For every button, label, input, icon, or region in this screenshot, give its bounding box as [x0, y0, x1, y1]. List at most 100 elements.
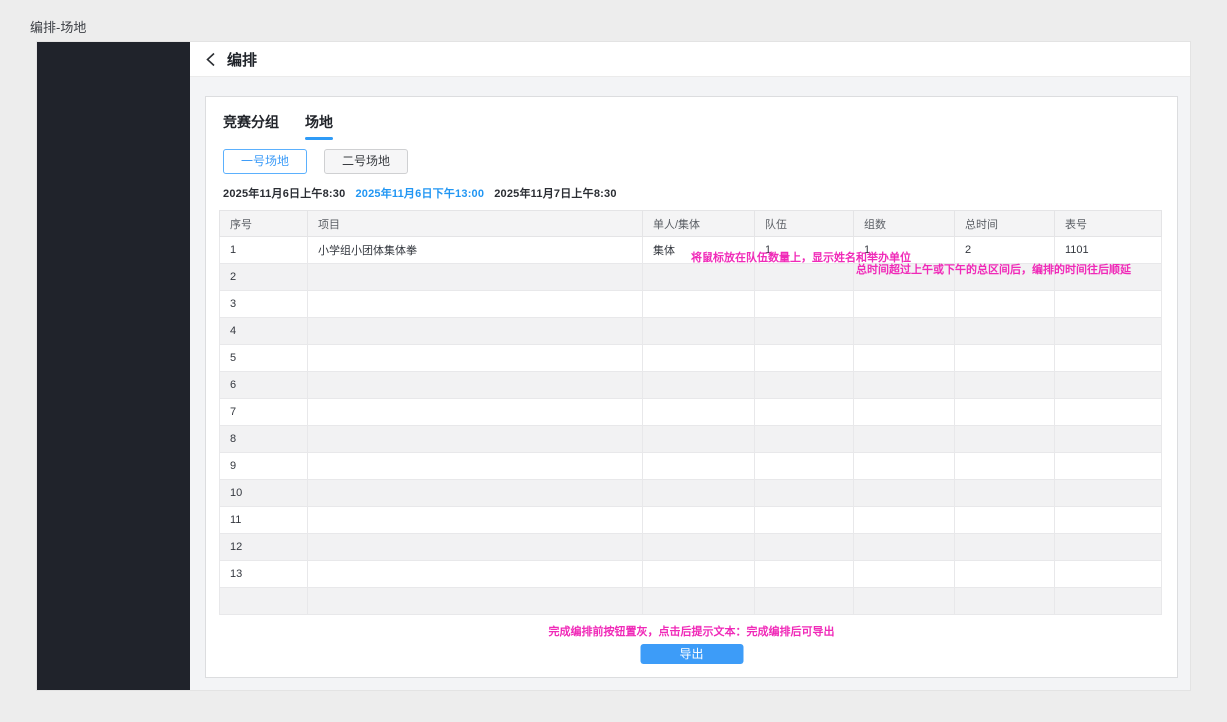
header-title: 编排: [227, 49, 257, 70]
table-cell: [854, 453, 955, 480]
table-cell: [955, 399, 1055, 426]
table-cell: [854, 291, 955, 318]
table-cell: [643, 291, 755, 318]
table-cell: [1055, 561, 1162, 588]
table-cell: [755, 399, 854, 426]
session-date-2[interactable]: 2025年11月6日下午13:00: [355, 185, 484, 201]
tab-venue[interactable]: 场地: [305, 112, 333, 138]
table-cell: [955, 534, 1055, 561]
annotation-export-hint: 完成编排前按钮置灰，点击后提示文本：完成编排后可导出: [206, 623, 1177, 639]
table-cell: [643, 264, 755, 291]
session-date-3[interactable]: 2025年11月7日上午8:30: [494, 185, 616, 201]
table-cell: [1055, 291, 1162, 318]
table-cell: [643, 372, 755, 399]
table-cell: 11: [220, 507, 308, 534]
table-cell: [643, 534, 755, 561]
column-header: 表号: [1055, 211, 1162, 237]
table-cell: [308, 480, 643, 507]
table-cell: [643, 507, 755, 534]
content-card: 竞赛分组 场地 一号场地 二号场地 2025年11月6日上午8:30 2025年…: [205, 96, 1178, 678]
table-cell: [854, 534, 955, 561]
venue-selector: 一号场地 二号场地: [223, 149, 408, 174]
table-cell: [854, 507, 955, 534]
table-cell: [854, 318, 955, 345]
venue-1-button[interactable]: 一号场地: [223, 149, 307, 174]
table-row: 13: [220, 561, 1162, 588]
table-cell: [854, 588, 955, 615]
table-cell: [308, 453, 643, 480]
tab-competition-groups[interactable]: 竞赛分组: [223, 112, 279, 138]
table-cell: 1: [220, 237, 308, 264]
table-cell: 9: [220, 453, 308, 480]
column-header: 队伍: [755, 211, 854, 237]
table-cell: 10: [220, 480, 308, 507]
table-cell: 7: [220, 399, 308, 426]
table-row: 8: [220, 426, 1162, 453]
session-date-1[interactable]: 2025年11月6日上午8:30: [223, 185, 345, 201]
table-cell: [1055, 345, 1162, 372]
table-cell: [643, 345, 755, 372]
table-cell: 6: [220, 372, 308, 399]
table-cell: [1055, 534, 1162, 561]
table-cell: 13: [220, 561, 308, 588]
table-cell: [643, 588, 755, 615]
top-header-bar: 编排: [190, 42, 1190, 77]
table-row: 3: [220, 291, 1162, 318]
table-cell: [308, 588, 643, 615]
table-cell: [854, 399, 955, 426]
table-cell: [854, 561, 955, 588]
table-cell: [854, 372, 955, 399]
column-header: 项目: [308, 211, 643, 237]
table-row: 12: [220, 534, 1162, 561]
table-cell: [755, 588, 854, 615]
table-cell: [1055, 480, 1162, 507]
table-row: 5: [220, 345, 1162, 372]
table-cell: 3: [220, 291, 308, 318]
table-cell: [955, 507, 1055, 534]
app-frame: 编排 竞赛分组 场地 一号场地 二号场地 2025年11月6日上午8:30 20…: [37, 42, 1190, 690]
export-button[interactable]: 导出: [640, 644, 743, 664]
table-cell: [643, 318, 755, 345]
back-button[interactable]: [205, 52, 216, 67]
table-cell: [220, 588, 308, 615]
sidebar: [37, 42, 190, 690]
table-cell: [643, 453, 755, 480]
table-cell: [755, 426, 854, 453]
table-cell: [1055, 372, 1162, 399]
table-cell: [308, 318, 643, 345]
table-header: 序号项目单人/集体队伍组数总时间表号: [220, 211, 1162, 237]
table-cell: 1101: [1055, 237, 1162, 264]
table-cell: [955, 318, 1055, 345]
table-cell: [308, 264, 643, 291]
table-cell: 小学组小团体集体拳: [308, 237, 643, 264]
table-cell: [755, 372, 854, 399]
annotation-overflow-hint: 总时间超过上午或下午的总区间后，编排的时间往后顺延: [856, 261, 1131, 277]
table-cell: [308, 426, 643, 453]
table-cell: [1055, 426, 1162, 453]
chevron-left-icon: [205, 52, 216, 67]
table-cell: [755, 264, 854, 291]
table-cell: [1055, 399, 1162, 426]
table-cell: [955, 345, 1055, 372]
table-cell: [755, 345, 854, 372]
column-header: 组数: [854, 211, 955, 237]
venue-2-button[interactable]: 二号场地: [324, 149, 408, 174]
table-cell: [643, 399, 755, 426]
table-cell: [308, 561, 643, 588]
table-cell: [854, 426, 955, 453]
table-cell: [1055, 588, 1162, 615]
table-cell: 12: [220, 534, 308, 561]
table-cell: [955, 291, 1055, 318]
table-row: 9: [220, 453, 1162, 480]
table-cell: [854, 345, 955, 372]
table-cell: [955, 426, 1055, 453]
table-cell: 8: [220, 426, 308, 453]
table-cell: 5: [220, 345, 308, 372]
table-cell: [955, 561, 1055, 588]
table-cell: 2: [220, 264, 308, 291]
table-cell: [755, 480, 854, 507]
table-cell: [854, 480, 955, 507]
table-row: 11: [220, 507, 1162, 534]
column-header: 序号: [220, 211, 308, 237]
column-header: 单人/集体: [643, 211, 755, 237]
